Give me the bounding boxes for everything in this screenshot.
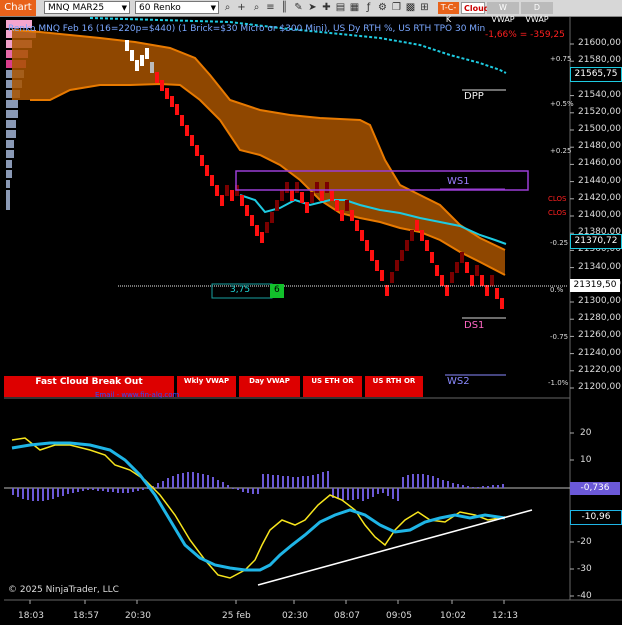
osc-tag-hist: -0,736 <box>570 482 620 495</box>
price-label: 21460,00 <box>578 158 621 169</box>
osc-tag-line: -10,96 <box>570 510 622 525</box>
cloud <box>11 29 506 276</box>
x-label: 10:02 <box>440 611 466 621</box>
price-label: 21340,00 <box>578 261 621 272</box>
box-left-value: 3,75 <box>230 285 251 295</box>
x-label: 18:03 <box>18 611 44 621</box>
price-axis-ticks <box>570 43 574 389</box>
watermark: Email - www.fin-alg.com <box>95 391 180 399</box>
ws2-label: WS2 <box>447 376 470 387</box>
ds1-label: DS1 <box>464 320 485 331</box>
price-label: 21220,00 <box>578 364 621 375</box>
price-label: 21300,00 <box>578 296 621 306</box>
pct-label: -0.25 <box>550 239 569 247</box>
pct-label: -0.75 <box>550 333 569 341</box>
ws1-label: WS1 <box>447 176 470 187</box>
x-label: 08:07 <box>334 611 360 621</box>
pct-label: +0.25 <box>550 147 572 155</box>
x-label: 12:13 <box>492 611 518 621</box>
price-label: 21200,00 <box>578 382 621 392</box>
osc-label: 10 <box>580 455 592 465</box>
fast-line <box>11 437 506 579</box>
price-label: 21580,00 <box>578 55 621 66</box>
us-eth-or-button[interactable]: US ETH OR <box>303 376 362 397</box>
osc-label: -30 <box>577 564 592 574</box>
us-rth-or-button[interactable]: US RTH OR <box>365 376 423 397</box>
x-label: 20:30 <box>125 611 151 621</box>
price-label: 21540,00 <box>578 89 621 100</box>
price-tag-top: 21565,75 <box>570 67 622 82</box>
price-label: 21280,00 <box>578 313 621 324</box>
box-right-value: 6 <box>274 285 280 295</box>
x-label: 02:30 <box>282 611 308 621</box>
wkly-vwap-button[interactable]: Wkly VWAP <box>177 376 236 397</box>
price-label: 21480,00 <box>578 141 621 152</box>
price-label: 21500,00 <box>578 124 621 134</box>
change-pct: -1,66% = -359,25 <box>485 30 565 40</box>
x-label: 18:57 <box>73 611 99 621</box>
price-label: 21600,00 <box>578 38 621 48</box>
copyright: © 2025 NinjaTrader, LLC <box>8 585 119 595</box>
osc-label: -40 <box>577 591 592 601</box>
price-tag-vwap: 21370,72 <box>570 234 622 249</box>
price-label: 21440,00 <box>578 175 621 186</box>
clos-label: CLOS <box>548 209 567 217</box>
chart-title: Renko MNQ Feb 16 (16=220p=$440) (1 Brick… <box>8 24 486 34</box>
price-label: 21400,00 <box>578 210 621 220</box>
osc-label: 20 <box>580 428 592 438</box>
chart-canvas[interactable] <box>0 0 622 625</box>
pct-label: +0.5% <box>550 100 574 108</box>
price-label: 21520,00 <box>578 106 621 117</box>
dpp-label: DPP <box>464 91 484 102</box>
oscillator-histogram <box>12 471 504 501</box>
x-label: 25 feb <box>222 611 251 621</box>
day-vwap-button[interactable]: Day VWAP <box>239 376 300 397</box>
pct-label: +0.75 <box>550 55 572 63</box>
clos-label: CLOS <box>548 195 567 203</box>
osc-label: -20 <box>577 537 592 547</box>
price-label: 21240,00 <box>578 347 621 358</box>
price-label: 21420,00 <box>578 192 621 203</box>
x-label: 09:05 <box>386 611 412 621</box>
price-tag-last: 21319,50 <box>570 279 620 292</box>
pct-label: 0.% <box>550 286 564 294</box>
price-label: 21260,00 <box>578 330 621 341</box>
pct-label: -1.0% <box>548 379 569 387</box>
